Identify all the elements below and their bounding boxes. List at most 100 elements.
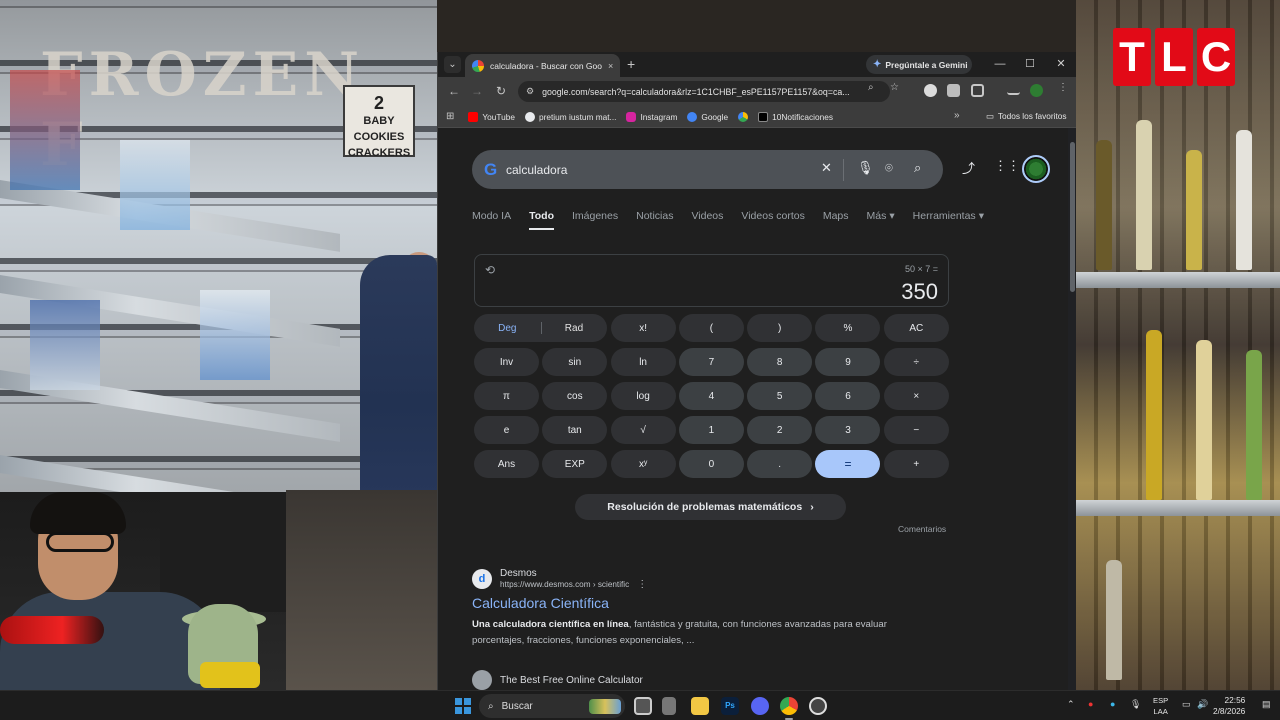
tab-imagenes[interactable]: Imágenes: [572, 210, 618, 230]
task-view-icon[interactable]: [634, 697, 652, 715]
divide-key[interactable]: ÷: [883, 348, 949, 376]
tab-modo-ia[interactable]: Modo IA: [472, 210, 511, 230]
multiply-key[interactable]: ×: [883, 382, 949, 410]
google-apps-grid-icon[interactable]: ⋮⋮: [994, 158, 1020, 174]
result-title-link[interactable]: Calculadora Científica: [472, 595, 932, 611]
url-text[interactable]: google.com/search?q=calculadora&rlz=1C1C…: [542, 87, 860, 97]
digit-3-key[interactable]: 3: [815, 416, 881, 444]
sqrt-key[interactable]: √: [610, 416, 676, 444]
microphone-icon[interactable]: 🎙: [1130, 699, 1141, 710]
apps-grid-icon[interactable]: ⊞: [446, 111, 454, 122]
all-clear-key[interactable]: AC: [883, 314, 949, 342]
file-explorer-icon[interactable]: [691, 697, 709, 715]
bookmarks-overflow-icon[interactable]: »: [954, 110, 960, 121]
kebab-menu-icon[interactable]: ⋮: [1058, 82, 1068, 93]
pi-key[interactable]: π: [474, 382, 539, 410]
all-bookmarks-folder[interactable]: ▭ Todos los favoritos: [986, 111, 1067, 121]
digit-7-key[interactable]: 7: [678, 348, 744, 376]
ln-key[interactable]: ln: [610, 348, 676, 376]
address-bar[interactable]: ⚙ google.com/search?q=calculadora&rlz=1C…: [518, 81, 890, 102]
reload-icon[interactable]: ↻: [493, 83, 509, 99]
share-icon[interactable]: ⤴: [962, 158, 975, 177]
site-info-icon[interactable]: ⚙: [526, 86, 534, 97]
digit-5-key[interactable]: 5: [747, 382, 813, 410]
notifications-icon[interactable]: ▤: [1262, 699, 1271, 710]
bookmark-star-icon[interactable]: ☆: [890, 82, 899, 93]
photoshop-icon[interactable]: Ps: [721, 697, 739, 715]
forward-arrow-icon[interactable]: →: [469, 83, 485, 99]
zoom-icon[interactable]: ⌕: [868, 82, 874, 93]
tab-mas[interactable]: Más ▾: [867, 210, 895, 230]
taskbar-search[interactable]: ⌕ Buscar: [479, 694, 625, 718]
reading-list-icon[interactable]: [1007, 86, 1020, 95]
digit-8-key[interactable]: 8: [747, 348, 813, 376]
factorial-key[interactable]: x!: [610, 314, 676, 342]
result-site-name[interactable]: The Best Free Online Calculator: [500, 675, 643, 686]
power-key[interactable]: xʸ: [610, 450, 676, 478]
profile-avatar-icon[interactable]: [1030, 84, 1043, 97]
open-paren-key[interactable]: (: [678, 314, 744, 342]
digit-4-key[interactable]: 4: [678, 382, 744, 410]
history-icon[interactable]: ⟲: [485, 263, 495, 277]
extension-icon[interactable]: [924, 84, 937, 97]
minimize-button[interactable]: —: [990, 55, 1010, 73]
cos-key[interactable]: cos: [542, 382, 608, 410]
tools-menu[interactable]: Herramientas ▾: [913, 210, 984, 230]
deg-button[interactable]: Deg: [474, 323, 541, 334]
result-url[interactable]: https://www.desmos.com › scientific: [500, 580, 629, 589]
close-tab-icon[interactable]: ×: [608, 61, 613, 71]
account-avatar[interactable]: [1022, 155, 1050, 183]
bookmark-x-notifications[interactable]: 10Notificaciones: [758, 111, 833, 122]
sin-key[interactable]: sin: [542, 348, 608, 376]
feedback-link[interactable]: Comentarios: [898, 524, 946, 534]
bookmark-pretium[interactable]: pretium iustum mat...: [525, 111, 616, 122]
tab-search-chevron-icon[interactable]: ⌄: [444, 56, 461, 73]
subtract-key[interactable]: −: [883, 416, 949, 444]
system-clock[interactable]: 22:56 2/8/2026: [1213, 695, 1245, 717]
show-hidden-icons-icon[interactable]: ⌃: [1067, 699, 1075, 710]
bookmark-drive[interactable]: [738, 111, 749, 122]
new-tab-button[interactable]: +: [627, 56, 635, 72]
lens-camera-icon[interactable]: ⌾: [885, 160, 893, 176]
tab-maps[interactable]: Maps: [823, 210, 849, 230]
app-icon[interactable]: [662, 697, 676, 715]
app-icon[interactable]: [809, 697, 827, 715]
tab-todo[interactable]: Todo: [529, 210, 554, 230]
inverse-key[interactable]: Inv: [474, 348, 539, 376]
close-window-button[interactable]: ✕: [1051, 55, 1071, 73]
search-box[interactable]: G calculadora ✕ 🎙 ⌾ ⌕: [472, 150, 943, 189]
chrome-icon[interactable]: [780, 697, 798, 715]
network-icon[interactable]: ▭: [1182, 699, 1191, 710]
tab-calculadora[interactable]: calculadora - Buscar con Google ×: [465, 54, 620, 77]
language-indicator[interactable]: ESP LAA: [1153, 695, 1168, 717]
discord-icon[interactable]: [751, 697, 769, 715]
tab-videos[interactable]: Videos: [691, 210, 723, 230]
math-solver-button[interactable]: Resolución de problemas matemáticos ›: [575, 494, 846, 520]
tray-app-icon[interactable]: ●: [1088, 699, 1093, 709]
digit-1-key[interactable]: 1: [678, 416, 744, 444]
search-icon[interactable]: ⌕: [914, 160, 921, 176]
tab-videos-cortos[interactable]: Videos cortos: [741, 210, 804, 230]
digit-2-key[interactable]: 2: [747, 416, 813, 444]
result-options-icon[interactable]: ⋮: [637, 579, 647, 590]
percent-key[interactable]: %: [815, 314, 881, 342]
add-key[interactable]: +: [883, 450, 949, 478]
clear-search-icon[interactable]: ✕: [821, 160, 832, 176]
bookmark-youtube[interactable]: YouTube: [468, 111, 515, 122]
page-scrollbar[interactable]: [1068, 128, 1076, 690]
tab-noticias[interactable]: Noticias: [636, 210, 673, 230]
ans-key[interactable]: Ans: [474, 450, 539, 478]
digit-9-key[interactable]: 9: [815, 348, 881, 376]
maximize-button[interactable]: ☐: [1020, 55, 1040, 73]
ask-gemini-button[interactable]: ✦ Pregúntale a Gemini: [866, 55, 972, 74]
decimal-key[interactable]: .: [747, 450, 813, 478]
tan-key[interactable]: tan: [542, 416, 608, 444]
search-input[interactable]: calculadora: [506, 163, 567, 177]
volume-icon[interactable]: 🔊: [1197, 699, 1208, 710]
exp-key[interactable]: EXP: [542, 450, 608, 478]
log-key[interactable]: log: [610, 382, 676, 410]
voice-search-mic-icon[interactable]: 🎙: [857, 160, 874, 176]
equals-key[interactable]: =: [815, 450, 881, 478]
rad-button[interactable]: Rad: [541, 323, 608, 334]
digit-6-key[interactable]: 6: [815, 382, 881, 410]
